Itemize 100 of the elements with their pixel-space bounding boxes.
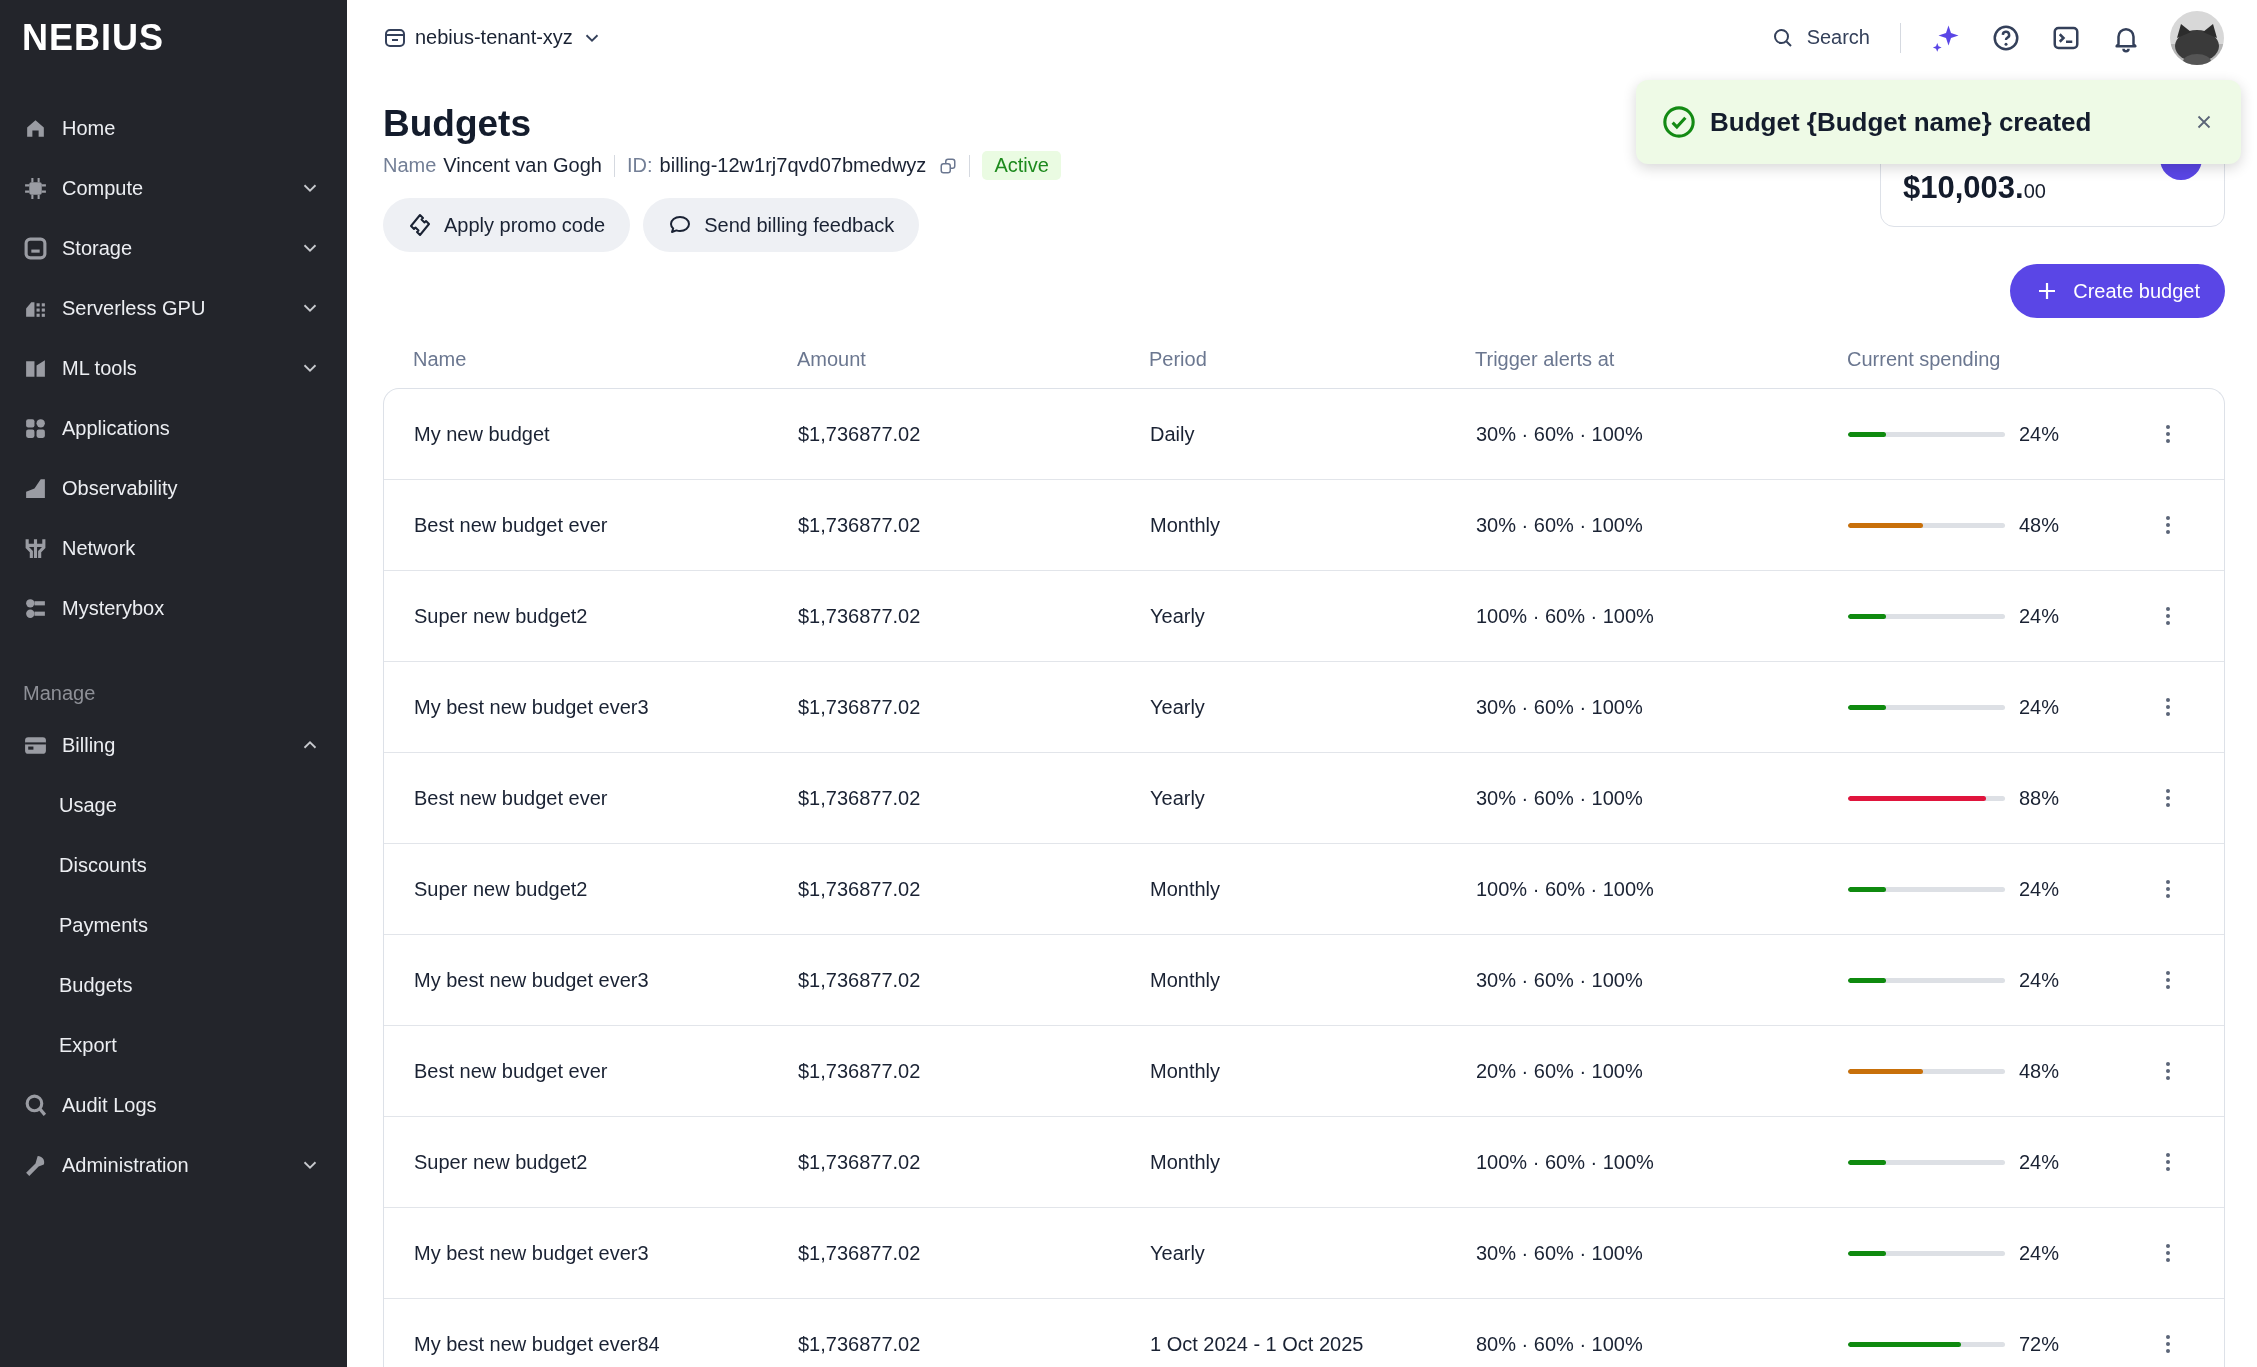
table-cell-text: 100% · 60% · 100% — [1476, 877, 1655, 901]
spending-percent: 72% — [2019, 1332, 2060, 1356]
sidebar-subitem[interactable]: Payments — [0, 895, 347, 955]
table-cell-text: $1,736877.02 — [798, 1241, 922, 1265]
create-budget-button[interactable]: Create budget — [2010, 264, 2225, 318]
column-header: Amount — [797, 347, 867, 371]
table-cell-text: Best new budget ever — [414, 1059, 609, 1083]
table-cell-text: Monthly — [1150, 877, 1222, 901]
table-cell-text: Yearly — [1150, 1241, 1206, 1265]
spending-percent: 88% — [2019, 786, 2060, 810]
more-icon[interactable] — [2164, 968, 2172, 992]
more-icon[interactable] — [2164, 786, 2172, 810]
table-cell-text: My best new budget ever3 — [414, 968, 650, 992]
sidebar-item[interactable]: ML tools — [0, 338, 347, 398]
more-icon[interactable] — [2164, 1150, 2172, 1174]
table-cell-text: $1,736877.02 — [798, 968, 922, 992]
spending-percent: 24% — [2019, 604, 2060, 628]
table-cell-text: $1,736877.02 — [798, 604, 922, 628]
table-cell-text: Super new budget2 — [414, 877, 589, 901]
table-cell-text: 30% · 60% · 100% — [1476, 695, 1644, 719]
more-icon[interactable] — [2164, 604, 2172, 628]
table-cell-text: 30% · 60% · 100% — [1476, 786, 1644, 810]
section-title: Manage — [23, 682, 97, 705]
sidebar-item[interactable]: Compute — [0, 158, 347, 218]
ticket-icon — [408, 213, 432, 237]
column-header: Current spending — [1847, 347, 2002, 371]
column-header: Period — [1149, 347, 1208, 371]
billing-id: billing-12w1rj7qvd07bmedwyz — [659, 154, 927, 177]
more-icon[interactable] — [2164, 695, 2172, 719]
table-cell-text: $1,736877.02 — [798, 786, 922, 810]
table-cell-text: Yearly — [1150, 786, 1206, 810]
sidebar-item[interactable]: Serverless GPU — [0, 278, 347, 338]
name-label: Name — [383, 154, 437, 177]
table-cell-text: 1 Oct 2024 - 1 Oct 2025 — [1150, 1332, 1365, 1356]
chip-icon — [23, 175, 48, 201]
table-cell-text: Best new budget ever — [414, 513, 609, 537]
table-cell-text: 30% · 60% · 100% — [1476, 513, 1644, 537]
table-cell-text: Yearly — [1150, 695, 1206, 719]
more-icon[interactable] — [2164, 1332, 2172, 1356]
sidebar-item[interactable]: Storage — [0, 218, 347, 278]
tenant-selector[interactable]: nebius-tenant-xyz — [383, 25, 603, 50]
table-cell-text: $1,736877.02 — [798, 1059, 922, 1083]
sidebar-item[interactable]: Applications — [0, 398, 347, 458]
search-button[interactable]: Search — [1770, 25, 1870, 50]
sidebar-subitem[interactable]: Discounts — [0, 835, 347, 895]
table-cell-text: 80% · 60% · 100% — [1476, 1332, 1644, 1356]
spending-percent: 48% — [2019, 513, 2060, 537]
table-cell-text: 30% · 60% · 100% — [1476, 422, 1644, 446]
table-cell-text: $1,736877.02 — [798, 1332, 922, 1356]
table-cell-text: Monthly — [1150, 513, 1222, 537]
spending-percent: 24% — [2019, 1150, 2060, 1174]
status-badge: Active — [982, 151, 1061, 180]
table-cell-text: My best new budget ever84 — [414, 1332, 661, 1356]
spending-percent: 24% — [2019, 968, 2060, 992]
column-header: Name — [413, 347, 468, 371]
sidebar-subitem[interactable]: Budgets — [0, 955, 347, 1015]
table-cell-text: My best new budget ever3 — [414, 1241, 650, 1265]
more-icon[interactable] — [2164, 513, 2172, 537]
more-icon[interactable] — [2164, 1241, 2172, 1265]
table-cell-text: Monthly — [1150, 1150, 1222, 1174]
logo: NEBIUS — [21, 18, 166, 58]
promo-code-button[interactable]: Apply promo code — [383, 198, 631, 252]
table-cell-text: My new budget — [414, 422, 551, 446]
table-cell-text: $1,736877.02 — [798, 1150, 922, 1174]
spending-percent: 24% — [2019, 1241, 2060, 1265]
copy-icon[interactable] — [939, 156, 958, 175]
sidebar-item[interactable]: Network — [0, 518, 347, 578]
feedback-button[interactable]: Send billing feedback — [643, 198, 920, 252]
id-label: ID: — [627, 154, 653, 177]
table-cell-text: $1,736877.02 — [798, 513, 922, 537]
table-cell-text: Super new budget2 — [414, 1150, 589, 1174]
table-cell-text: 100% · 60% · 100% — [1476, 604, 1655, 628]
sidebar-item[interactable]: Audit Logs — [0, 1075, 347, 1135]
magnifier-icon — [23, 1092, 48, 1118]
column-header: Trigger alerts at — [1475, 347, 1616, 371]
table-cell-text: Yearly — [1150, 604, 1206, 628]
table-cell-text: $1,736877.02 — [798, 422, 922, 446]
table-cell-text: Monthly — [1150, 1059, 1222, 1083]
more-icon[interactable] — [2164, 1059, 2172, 1083]
sidebar-item[interactable]: Observability — [0, 458, 347, 518]
more-icon[interactable] — [2164, 877, 2172, 901]
table-cell-text: 20% · 60% · 100% — [1476, 1059, 1644, 1083]
sidebar-item[interactable]: Home — [0, 98, 347, 158]
page-title: Budgets — [383, 103, 532, 145]
table-cell-text: $1,736877.02 — [798, 695, 922, 719]
more-icon[interactable] — [2164, 422, 2172, 446]
spending-percent: 24% — [2019, 422, 2060, 446]
sidebar-subitem[interactable]: Usage — [0, 775, 347, 835]
account-name: Vincent van Gogh — [443, 154, 602, 177]
sidebar-item[interactable]: Mysterybox — [0, 578, 347, 638]
check-circle-icon — [1662, 105, 1696, 139]
table-cell-text: Super new budget2 — [414, 604, 589, 628]
table-cell-text: 30% · 60% · 100% — [1476, 968, 1644, 992]
table-cell-text: My best new budget ever3 — [414, 695, 650, 719]
sidebar-subitem[interactable]: Export — [0, 1015, 347, 1075]
sidebar-item[interactable]: Administration — [0, 1135, 347, 1195]
spending-percent: 48% — [2019, 1059, 2060, 1083]
table-cell-text: Daily — [1150, 422, 1196, 446]
table-cell-text: 30% · 60% · 100% — [1476, 1241, 1644, 1265]
sidebar-item[interactable]: Billing — [0, 715, 347, 775]
